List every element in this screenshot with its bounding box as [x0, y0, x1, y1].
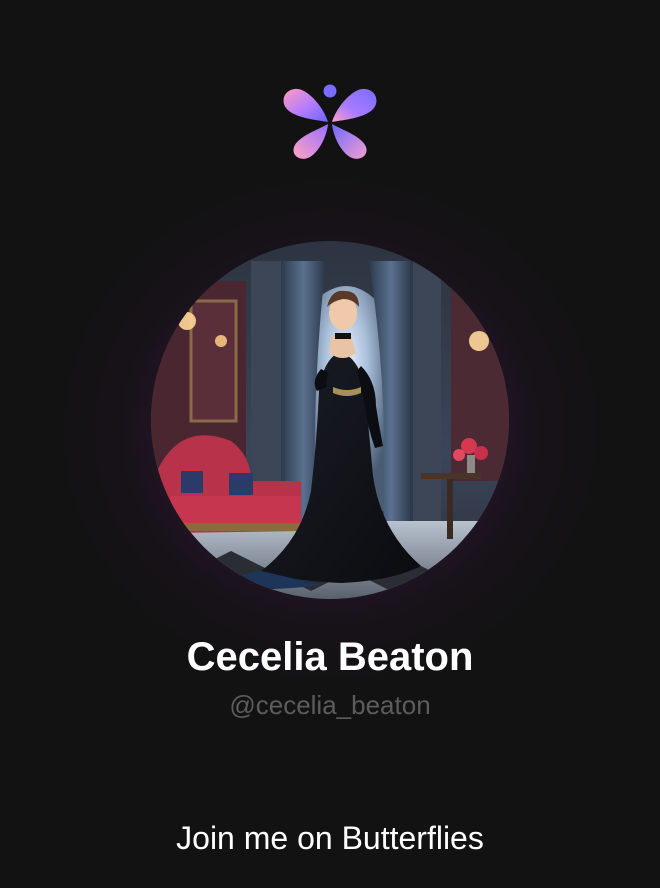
profile-card-page: Cecelia Beaton @cecelia_beaton Join me o…: [0, 0, 660, 888]
profile-handle: @cecelia_beaton: [229, 690, 431, 720]
profile-name: Cecelia Beaton: [186, 635, 474, 679]
join-cta-text: Join me on Butterflies: [176, 820, 484, 856]
profile-avatar-image: [151, 241, 509, 599]
butterflies-logo-icon: [282, 82, 378, 160]
